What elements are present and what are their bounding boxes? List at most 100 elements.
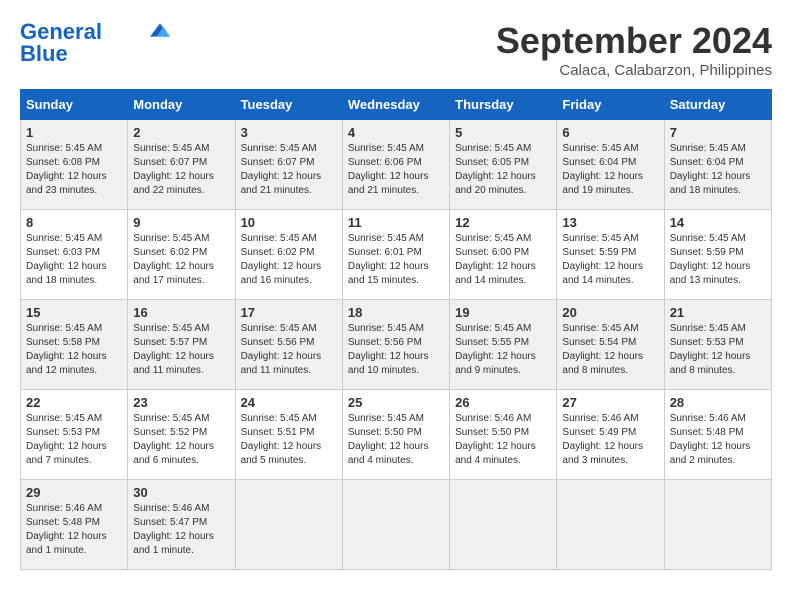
calendar-day-17: 17 Sunrise: 5:45 AM Sunset: 5:56 PM Dayli… [235,300,342,390]
calendar-day-15: 15 Sunrise: 5:45 AM Sunset: 5:58 PM Dayli… [21,300,128,390]
day-info: Sunrise: 5:45 AM Sunset: 6:08 PM Dayligh… [26,142,122,198]
day-info: Sunrise: 5:45 AM Sunset: 6:05 PM Dayligh… [455,142,551,198]
day-info: Sunrise: 5:46 AM Sunset: 5:49 PM Dayligh… [562,412,658,468]
day-info: Sunrise: 5:45 AM Sunset: 5:56 PM Dayligh… [241,322,337,378]
day-info: Sunrise: 5:45 AM Sunset: 5:58 PM Dayligh… [26,322,122,378]
location-subtitle: Calaca, Calabarzon, Philippines [496,62,772,79]
calendar-day-27: 27Sunrise: 5:46 AM Sunset: 5:49 PM Dayli… [557,390,664,480]
day-header-friday: Friday [557,90,664,120]
calendar-table: SundayMondayTuesdayWednesdayThursdayFrid… [20,89,772,570]
calendar-day-6: 6Sunrise: 5:45 AM Sunset: 6:04 PM Daylig… [557,120,664,210]
day-info: Sunrise: 5:45 AM Sunset: 6:04 PM Dayligh… [670,142,766,198]
calendar-day-18: 18 Sunrise: 5:45 AM Sunset: 5:56 PM Dayli… [342,300,449,390]
day-number: 1 [26,125,122,140]
day-info: Sunrise: 5:45 AM Sunset: 6:02 PM Dayligh… [241,232,337,288]
day-number: 7 [670,125,766,140]
day-info: Sunrise: 5:45 AM Sunset: 5:57 PM Dayligh… [133,322,229,378]
calendar-day-7: 7 Sunrise: 5:45 AM Sunset: 6:04 PM Daylig… [664,120,771,210]
calendar-day-9: 9 Sunrise: 5:45 AM Sunset: 6:02 PM Daylig… [128,210,235,300]
calendar-day-22: 22 Sunrise: 5:45 AM Sunset: 5:53 PM Dayli… [21,390,128,480]
calendar-day-8: 8Sunrise: 5:45 AM Sunset: 6:03 PM Daylig… [21,210,128,300]
day-info: Sunrise: 5:46 AM Sunset: 5:48 PM Dayligh… [26,502,122,558]
day-info: Sunrise: 5:45 AM Sunset: 6:01 PM Dayligh… [348,232,444,288]
day-info: Sunrise: 5:46 AM Sunset: 5:50 PM Dayligh… [455,412,551,468]
calendar-day-28: 28Sunrise: 5:46 AM Sunset: 5:48 PM Dayli… [664,390,771,480]
day-number: 12 [455,215,551,230]
day-number: 11 [348,215,444,230]
day-info: Sunrise: 5:45 AM Sunset: 5:59 PM Dayligh… [670,232,766,288]
calendar-day-26: 26 Sunrise: 5:46 AM Sunset: 5:50 PM Dayli… [450,390,557,480]
day-info: Sunrise: 5:45 AM Sunset: 5:53 PM Dayligh… [670,322,766,378]
calendar-day-12: 12Sunrise: 5:45 AM Sunset: 6:00 PM Dayli… [450,210,557,300]
calendar-day-14: 14Sunrise: 5:45 AM Sunset: 5:59 PM Dayli… [664,210,771,300]
day-info: Sunrise: 5:45 AM Sunset: 5:51 PM Dayligh… [241,412,337,468]
day-number: 29 [26,485,122,500]
calendar-day-empty [342,480,449,570]
calendar-day-20: 20Sunrise: 5:45 AM Sunset: 5:54 PM Dayli… [557,300,664,390]
day-number: 17 [241,305,337,320]
day-info: Sunrise: 5:45 AM Sunset: 5:52 PM Dayligh… [133,412,229,468]
day-number: 13 [562,215,658,230]
calendar-day-empty [664,480,771,570]
day-info: Sunrise: 5:45 AM Sunset: 5:54 PM Dayligh… [562,322,658,378]
calendar-day-13: 13 Sunrise: 5:45 AM Sunset: 5:59 PM Dayli… [557,210,664,300]
day-header-saturday: Saturday [664,90,771,120]
calendar-day-empty [235,480,342,570]
calendar-day-30: 30 Sunrise: 5:46 AM Sunset: 5:47 PM Dayli… [128,480,235,570]
day-number: 21 [670,305,766,320]
calendar-day-23: 23 Sunrise: 5:45 AM Sunset: 5:52 PM Dayli… [128,390,235,480]
day-number: 19 [455,305,551,320]
calendar-day-5: 5 Sunrise: 5:45 AM Sunset: 6:05 PM Daylig… [450,120,557,210]
day-number: 4 [348,125,444,140]
calendar-day-24: 24Sunrise: 5:45 AM Sunset: 5:51 PM Dayli… [235,390,342,480]
logo-icon [150,23,170,37]
day-number: 16 [133,305,229,320]
day-number: 30 [133,485,229,500]
day-header-thursday: Thursday [450,90,557,120]
day-header-sunday: Sunday [21,90,128,120]
day-info: Sunrise: 5:45 AM Sunset: 5:59 PM Dayligh… [562,232,658,288]
day-info: Sunrise: 5:45 AM Sunset: 6:07 PM Dayligh… [241,142,337,198]
day-number: 5 [455,125,551,140]
day-info: Sunrise: 5:45 AM Sunset: 5:53 PM Dayligh… [26,412,122,468]
logo-text-blue: Blue [20,42,68,66]
calendar-day-10: 10 Sunrise: 5:45 AM Sunset: 6:02 PM Dayli… [235,210,342,300]
day-info: Sunrise: 5:45 AM Sunset: 6:02 PM Dayligh… [133,232,229,288]
day-number: 22 [26,395,122,410]
day-header-wednesday: Wednesday [342,90,449,120]
calendar-day-19: 19 Sunrise: 5:45 AM Sunset: 5:55 PM Dayli… [450,300,557,390]
day-number: 23 [133,395,229,410]
day-info: Sunrise: 5:45 AM Sunset: 6:07 PM Dayligh… [133,142,229,198]
calendar-week-2: 15 Sunrise: 5:45 AM Sunset: 5:58 PM Dayli… [21,300,772,390]
day-number: 9 [133,215,229,230]
day-number: 2 [133,125,229,140]
day-header-monday: Monday [128,90,235,120]
calendar-day-empty [450,480,557,570]
day-info: Sunrise: 5:46 AM Sunset: 5:48 PM Dayligh… [670,412,766,468]
calendar-day-3: 3 Sunrise: 5:45 AM Sunset: 6:07 PM Daylig… [235,120,342,210]
day-info: Sunrise: 5:45 AM Sunset: 5:55 PM Dayligh… [455,322,551,378]
calendar-day-11: 11 Sunrise: 5:45 AM Sunset: 6:01 PM Dayli… [342,210,449,300]
month-year-title: September 2024 [496,20,772,62]
logo: General Blue [20,20,170,66]
calendar-day-4: 4 Sunrise: 5:45 AM Sunset: 6:06 PM Daylig… [342,120,449,210]
day-info: Sunrise: 5:45 AM Sunset: 5:50 PM Dayligh… [348,412,444,468]
calendar-day-25: 25Sunrise: 5:45 AM Sunset: 5:50 PM Dayli… [342,390,449,480]
day-info: Sunrise: 5:46 AM Sunset: 5:47 PM Dayligh… [133,502,229,558]
day-number: 10 [241,215,337,230]
page-header: General Blue September 2024 Calaca, Cala… [20,20,772,79]
day-number: 15 [26,305,122,320]
calendar-week-1: 8Sunrise: 5:45 AM Sunset: 6:03 PM Daylig… [21,210,772,300]
day-number: 18 [348,305,444,320]
calendar-week-4: 29 Sunrise: 5:46 AM Sunset: 5:48 PM Dayli… [21,480,772,570]
calendar-header-row: SundayMondayTuesdayWednesdayThursdayFrid… [21,90,772,120]
day-number: 26 [455,395,551,410]
day-info: Sunrise: 5:45 AM Sunset: 6:06 PM Dayligh… [348,142,444,198]
day-number: 3 [241,125,337,140]
calendar-day-16: 16 Sunrise: 5:45 AM Sunset: 5:57 PM Dayli… [128,300,235,390]
title-section: September 2024 Calaca, Calabarzon, Phili… [496,20,772,79]
calendar-day-29: 29 Sunrise: 5:46 AM Sunset: 5:48 PM Dayli… [21,480,128,570]
day-info: Sunrise: 5:45 AM Sunset: 5:56 PM Dayligh… [348,322,444,378]
day-info: Sunrise: 5:45 AM Sunset: 6:04 PM Dayligh… [562,142,658,198]
day-header-tuesday: Tuesday [235,90,342,120]
